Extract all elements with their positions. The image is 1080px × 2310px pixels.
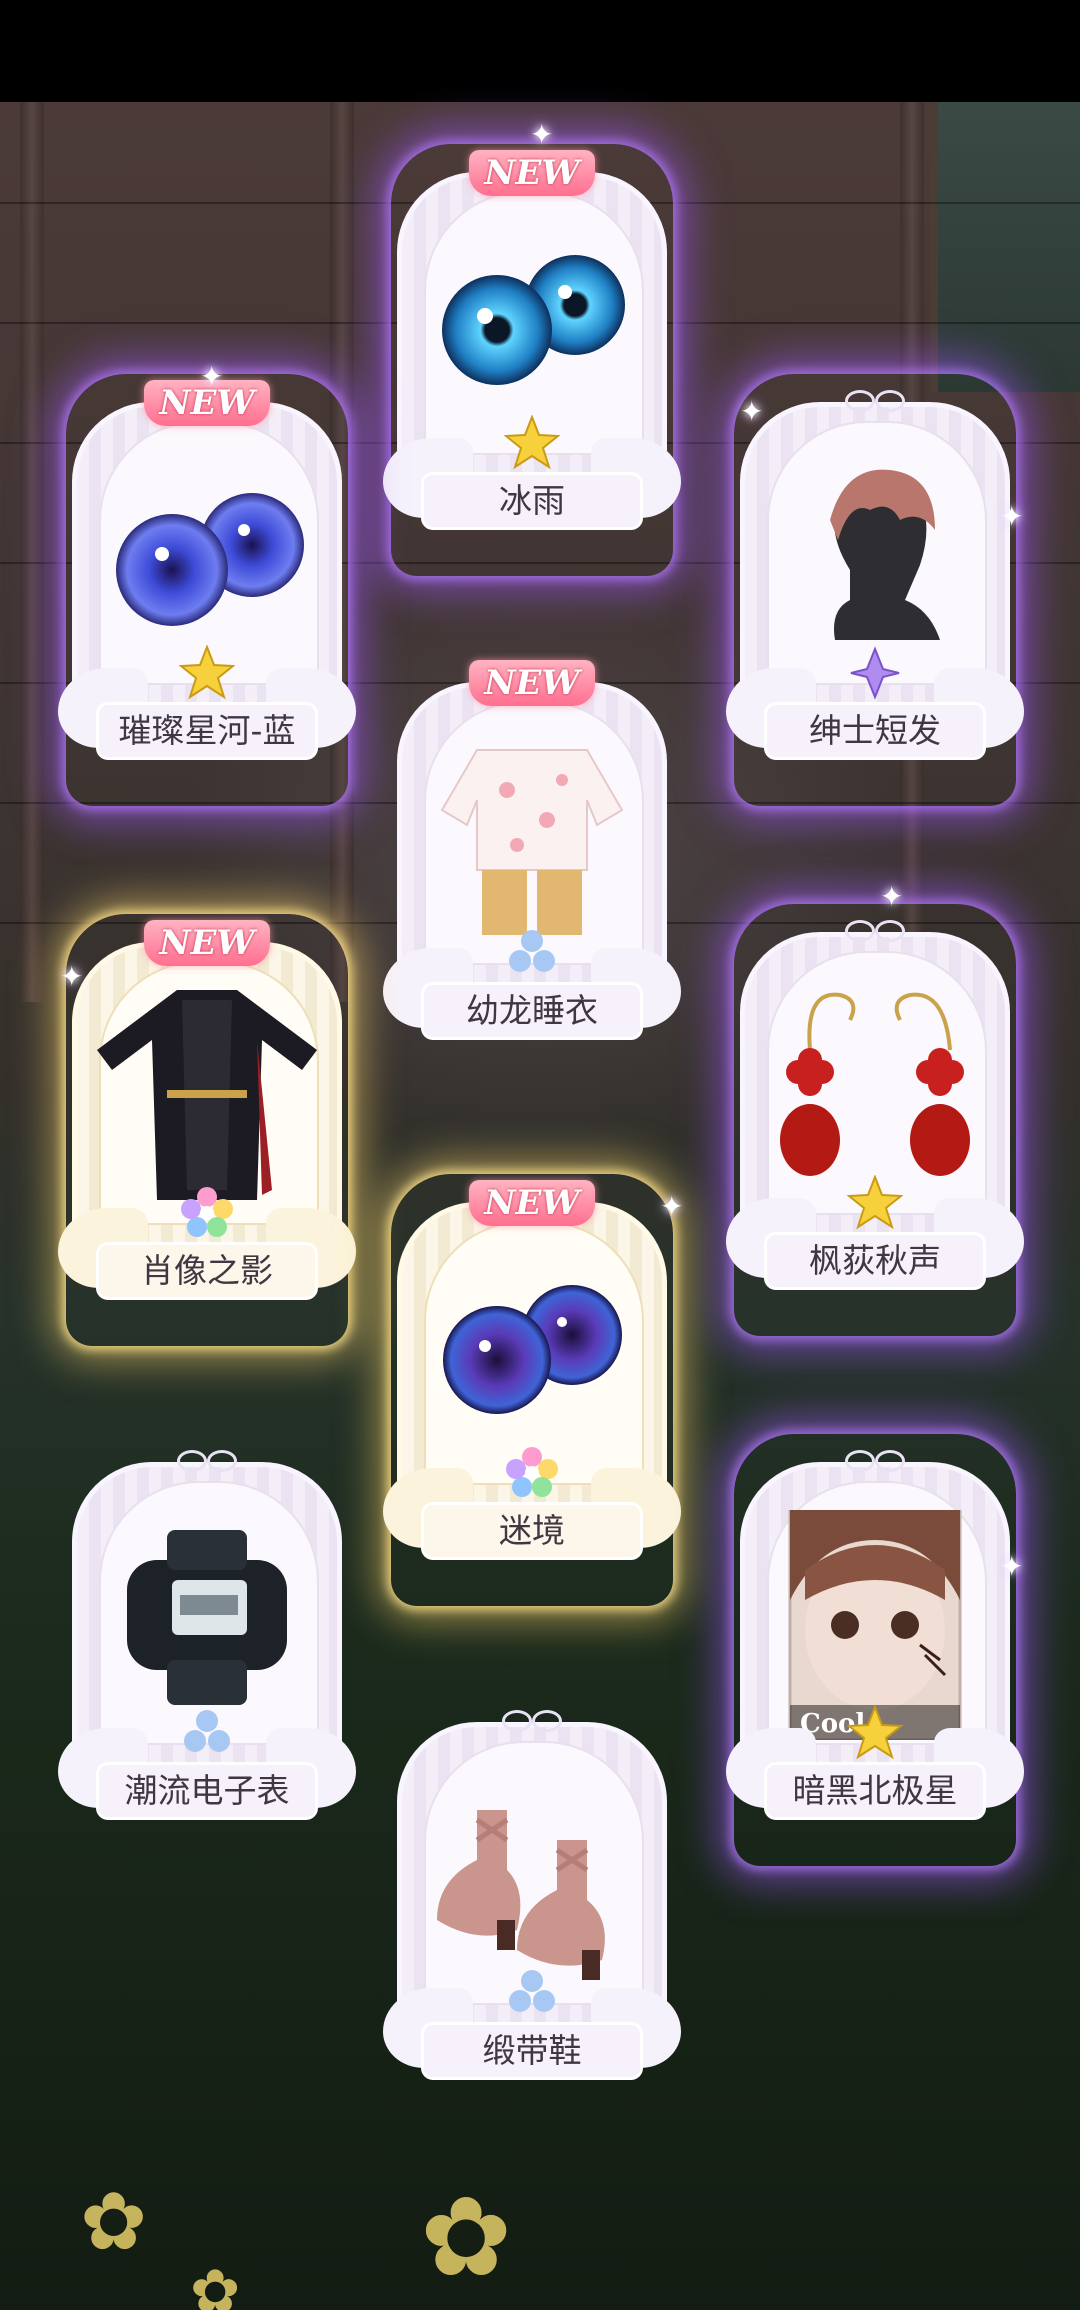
new-badge: NEW [469,1180,595,1226]
ribbon-bow-icon [177,1448,237,1472]
reward-card[interactable]: 缎带鞋 [383,1700,681,2120]
reward-card[interactable]: 潮流电子表 [58,1440,356,1860]
reward-card[interactable]: 枫荻秋声 [726,910,1024,1330]
sparkle-icon: ✦ [740,395,764,428]
reward-card[interactable]: NEW 迷境 [383,1180,681,1600]
item-name-label: 迷境 [421,1502,643,1560]
item-name-label: 璀璨星河-蓝 [96,702,318,760]
item-name-label: 冰雨 [421,472,643,530]
item-name-label: 肖像之影 [96,1242,318,1300]
sparkle-icon: ✦ [1000,500,1024,533]
item-name-label: 枫荻秋声 [764,1232,986,1290]
background-flower-icon: ✿ [80,2175,148,2268]
new-badge: NEW [469,150,595,196]
item-name-label: 幼龙睡衣 [421,982,643,1040]
reward-card[interactable]: NEW 冰雨 [383,150,681,570]
new-badge: NEW [469,660,595,706]
item-name-label: 暗黑北极星 [764,1762,986,1820]
ribbon-bow-icon [845,918,905,942]
item-name-label: 绅士短发 [764,702,986,760]
reward-card[interactable]: NEW 璀璨星河-蓝 [58,380,356,800]
item-name-label: 潮流电子表 [96,1762,318,1820]
item-name-label: 缎带鞋 [421,2022,643,2080]
status-bar [0,0,1080,102]
reward-card[interactable]: NEW 幼龙睡衣 [383,660,681,1080]
sparkle-icon: ✦ [880,880,904,913]
sparkle-icon: ✦ [60,960,84,993]
sparkle-icon: ✦ [530,118,554,151]
background-flower-icon: ✿ [190,2257,241,2310]
ribbon-bow-icon [845,1448,905,1472]
new-badge: NEW [144,920,270,966]
sparkle-icon: ✦ [660,1190,684,1223]
background-window [930,102,1080,392]
background-pillar [20,102,44,1002]
reward-card[interactable]: NEW 肖像之影 [58,920,356,1340]
sparkle-icon: ✦ [200,360,224,393]
reward-card[interactable]: 绅士短发 [726,380,1024,800]
background-flower-icon: ✿ [420,2173,513,2301]
ribbon-bow-icon [502,1708,562,1732]
sparkle-icon: ✦ [1000,1550,1024,1583]
ribbon-bow-icon [845,388,905,412]
reward-card[interactable]: Cool 暗黑北极星 [726,1440,1024,1860]
